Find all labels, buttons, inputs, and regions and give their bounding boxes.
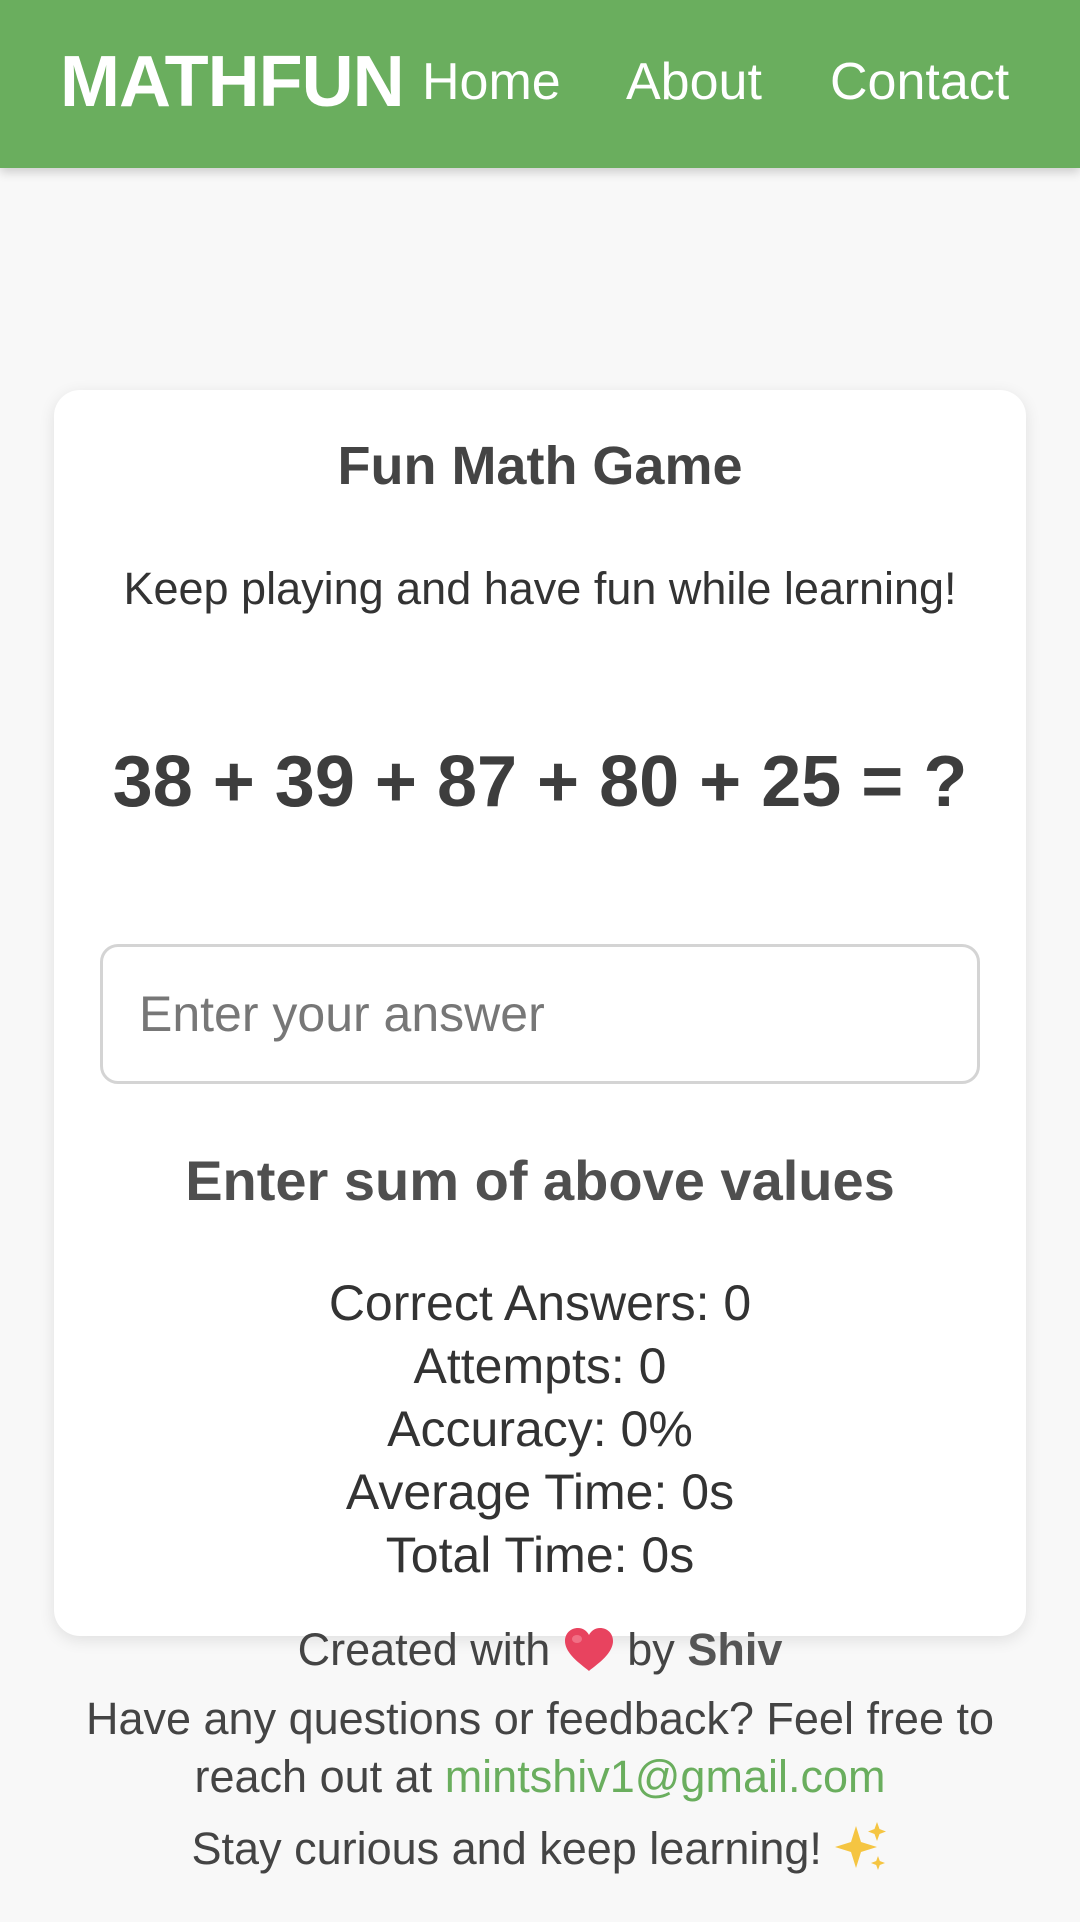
brand-logo[interactable]: MATHFUN <box>60 42 405 122</box>
heart-icon <box>564 1628 613 1671</box>
game-title: Fun Math Game <box>337 436 743 496</box>
email-link[interactable]: mintshiv1@gmail.com <box>445 1751 886 1802</box>
footer-contact: Have any questions or feedback? Feel fre… <box>0 1690 1080 1806</box>
footer-credit: Created with by Shiv <box>0 1622 1080 1678</box>
game-card: Fun Math Game Keep playing and have fun … <box>54 390 1026 1636</box>
stat-total-time: Total Time: 0s <box>385 1527 695 1583</box>
answer-input[interactable] <box>100 944 980 1084</box>
footer-by: by <box>627 1624 675 1675</box>
instruction-hint: Enter sum of above values <box>185 1149 895 1212</box>
top-navbar: MATHFUN Home About Contact <box>0 0 1080 168</box>
nav-link-about[interactable]: About <box>626 52 762 112</box>
math-question: 38 + 39 + 87 + 80 + 25 = ? <box>112 742 968 822</box>
footer-created-prefix: Created with <box>297 1624 551 1675</box>
nav-link-home[interactable]: Home <box>422 52 561 112</box>
stats-panel: Correct Answers: 0 Attempts: 0 Accuracy:… <box>54 1272 1026 1587</box>
nav-link-contact[interactable]: Contact <box>830 52 1009 112</box>
sparkle-icon <box>835 1822 887 1870</box>
stat-attempts: Attempts: 0 <box>413 1338 667 1394</box>
stat-accuracy: Accuracy: 0% <box>387 1401 693 1457</box>
page-footer: Created with by Shiv Have any questions … <box>0 1622 1080 1877</box>
footer-closing: Stay curious and keep learning! <box>0 1820 1080 1877</box>
stat-average-time: Average Time: 0s <box>345 1464 735 1520</box>
stat-correct-answers: Correct Answers: 0 <box>328 1275 752 1331</box>
footer-closing-text: Stay curious and keep learning! <box>191 1823 822 1874</box>
footer-author: Shiv <box>687 1624 783 1675</box>
game-subtitle: Keep playing and have fun while learning… <box>123 563 957 614</box>
